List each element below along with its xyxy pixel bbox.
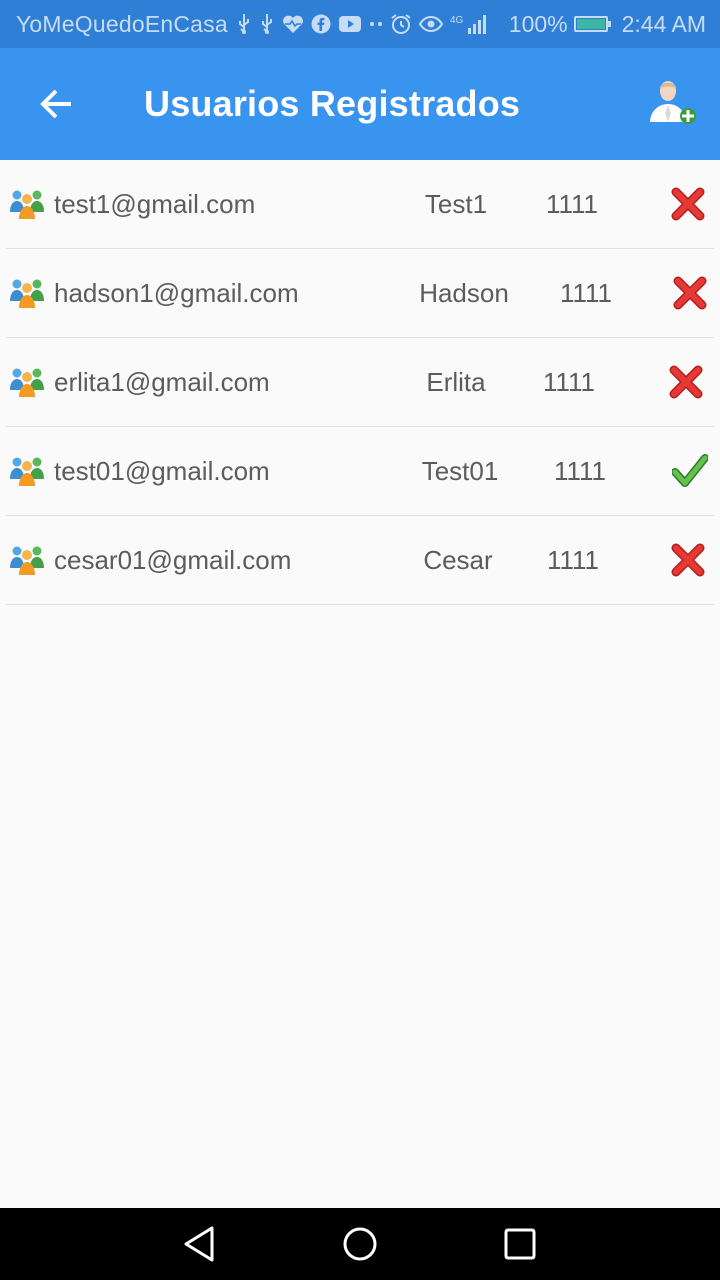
status-right: 100% 2:44 AM (509, 11, 706, 38)
list-item[interactable]: hadson1@gmail.com Hadson 1111 (6, 249, 714, 338)
heart-pulse-icon (282, 15, 303, 33)
close-icon (669, 365, 703, 399)
list-item[interactable]: test01@gmail.com Test01 1111 (6, 427, 714, 516)
add-user-icon (650, 81, 696, 124)
users-group-icon (10, 160, 44, 248)
close-icon (671, 187, 705, 221)
nav-back-button[interactable] (178, 1222, 222, 1266)
status-toggle-button[interactable] (666, 516, 710, 604)
user-email: cesar01@gmail.com (54, 544, 292, 575)
user-list: test1@gmail.com Test1 1111 hadson1@gmail… (6, 160, 714, 605)
eye-icon (418, 15, 443, 33)
user-code: 1111 (559, 277, 613, 308)
battery-icon (573, 16, 611, 32)
nav-back-icon (184, 1226, 214, 1262)
battery-percent: 100% (508, 10, 568, 37)
user-code: 1111 (546, 544, 600, 575)
close-icon (671, 543, 705, 577)
user-email: hadson1@gmail.com (54, 277, 299, 308)
user-name: Erlita (426, 366, 486, 397)
nav-recents-icon (504, 1228, 536, 1260)
add-user-button[interactable] (644, 78, 700, 130)
app-bar: Usuarios Registrados (0, 48, 720, 160)
status-bar: YoMeQuedoEnCasa 4G 100% 2:44 AM (0, 0, 720, 48)
arrow-back-icon (40, 89, 71, 119)
user-code: 1111 (542, 366, 596, 397)
nav-home-icon (343, 1227, 377, 1261)
status-toggle-button[interactable] (668, 249, 712, 337)
user-name: Test01 (421, 455, 499, 486)
signal-icon: 4G (450, 15, 486, 34)
close-icon (673, 276, 707, 310)
clock: 2:44 AM (621, 10, 706, 37)
back-button[interactable] (32, 80, 80, 128)
status-toggle-button[interactable] (666, 160, 710, 248)
user-email: erlita1@gmail.com (54, 366, 270, 397)
user-code: 1111 (545, 188, 599, 219)
list-item[interactable]: erlita1@gmail.com Erlita 1111 (6, 338, 714, 427)
status-toggle-button[interactable] (668, 427, 712, 515)
network-type-label: 4G (450, 15, 464, 26)
usb-icon (238, 14, 249, 34)
youtube-icon (338, 16, 361, 32)
users-group-icon (10, 427, 44, 515)
facebook-icon (311, 14, 331, 34)
user-name: Cesar (423, 544, 493, 575)
user-name: Hadson (419, 277, 509, 308)
notification-icons: 4G (236, 13, 509, 35)
carrier-name: YoMeQuedoEnCasa (16, 10, 228, 37)
more-notifications-icon (369, 22, 382, 26)
page-title: Usuarios Registrados (144, 83, 521, 124)
users-group-icon (10, 516, 44, 604)
user-name: Test1 (424, 188, 488, 219)
usb-icon (261, 14, 272, 34)
nav-home-button[interactable] (338, 1222, 382, 1266)
alarm-icon (391, 14, 411, 34)
user-email: test01@gmail.com (54, 455, 270, 486)
check-icon (672, 454, 708, 487)
users-group-icon (10, 338, 44, 426)
users-group-icon (10, 249, 44, 337)
list-item[interactable]: cesar01@gmail.com Cesar 1111 (6, 516, 714, 605)
nav-recents-button[interactable] (498, 1222, 542, 1266)
navigation-bar (0, 1208, 720, 1280)
user-code: 1111 (553, 455, 607, 486)
list-item[interactable]: test1@gmail.com Test1 1111 (6, 160, 714, 249)
status-toggle-button[interactable] (664, 338, 708, 426)
user-email: test1@gmail.com (54, 188, 256, 219)
